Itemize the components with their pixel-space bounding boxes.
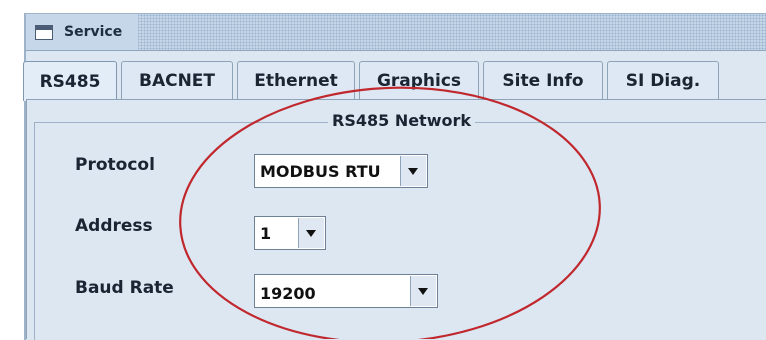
tab-bacnet[interactable]: BACNET: [121, 61, 233, 99]
chevron-down-icon[interactable]: [400, 156, 426, 186]
tab-graphics[interactable]: Graphics: [359, 61, 479, 99]
protocol-label: Protocol: [75, 155, 155, 175]
chevron-down-icon[interactable]: [410, 276, 436, 306]
protocol-value: MODBUS RTU: [260, 162, 381, 181]
title-bar[interactable]: Service: [26, 14, 766, 51]
window-title: Service: [64, 24, 123, 40]
baud-rate-value: 19200: [260, 284, 316, 303]
address-label: Address: [75, 216, 153, 236]
title-area: Service: [26, 14, 138, 50]
baud-rate-label: Baud Rate: [75, 278, 174, 298]
tab-rs485[interactable]: RS485: [23, 61, 117, 101]
chevron-down-icon[interactable]: [298, 218, 324, 248]
tab-site-info[interactable]: Site Info: [483, 61, 603, 99]
baud-rate-dropdown[interactable]: 19200: [254, 274, 438, 308]
tab-si-diag[interactable]: SI Diag.: [607, 61, 719, 99]
address-dropdown[interactable]: 1: [254, 216, 326, 250]
window-icon: [35, 25, 53, 40]
address-value: 1: [260, 224, 272, 243]
tab-ethernet[interactable]: Ethernet: [237, 61, 355, 99]
group-title: RS485 Network: [328, 111, 476, 130]
protocol-dropdown[interactable]: MODBUS RTU: [254, 154, 428, 188]
